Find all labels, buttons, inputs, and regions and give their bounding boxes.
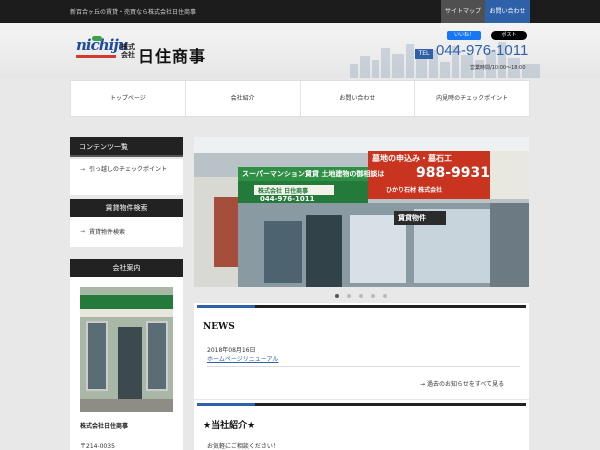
hero-slider[interactable]: スーパーマンション賃貸 土地建物の御相談は 株式会社 日住商事 044-976-… [194, 137, 529, 287]
top-bar: 新百合ヶ丘の賃貸・売買なら株式会社日住商事 サイトマップ お問い合わせ [0, 0, 600, 23]
postal-code: 〒214-0035 [80, 443, 115, 450]
slider-dot[interactable] [359, 294, 363, 298]
company-heading: 会社案内 [70, 259, 183, 277]
nav-item-checkpoints[interactable]: 内見時のチェックポイント [414, 81, 530, 116]
tel-label: TEL [415, 49, 433, 59]
news-more-label: 過去のお知らせをすべて見る [426, 381, 505, 388]
news-more-link[interactable]: → 過去のお知らせをすべて見る [420, 379, 504, 388]
storefront-photo [194, 137, 529, 287]
post-button[interactable]: ポスト [491, 31, 527, 40]
news-date: 2018年08月16日 [207, 347, 256, 354]
like-button[interactable]: いいね！ [447, 31, 481, 40]
contents-heading: コンテンツ一覧 [70, 137, 183, 157]
slide-sign-right-tel: 988-9931 [416, 165, 490, 181]
news-title: NEWS [203, 322, 235, 332]
shop-window [86, 321, 108, 391]
shop-ground [80, 399, 173, 412]
about-text: お気軽にご相談ください！ [207, 443, 279, 450]
about-divider-accent [197, 403, 255, 406]
slider-dot[interactable] [347, 294, 351, 298]
slide-sign-rental: 賃貸物件 [398, 214, 426, 222]
rental-heading: 賃貸物件検索 [70, 199, 183, 217]
company-name: 株式会社日住商事 [80, 423, 129, 430]
shop-sign-white [80, 309, 173, 317]
arrow-right-icon: → [80, 166, 86, 173]
nav-item-company[interactable]: 会社紹介 [184, 81, 300, 116]
tel-number[interactable]: 044-976-1011 [436, 42, 528, 59]
news-separator [207, 366, 520, 367]
slide-sign-right-top: 墓地の申込み・墓石工 [372, 154, 452, 163]
leaf-icon [92, 36, 102, 41]
news-divider-accent [197, 305, 255, 308]
slider-dot[interactable] [371, 294, 375, 298]
business-hours: 営業時間/10:00～18:00 [470, 65, 526, 71]
slide-sign-top: スーパーマンション賃貸 土地建物の御相談は [242, 170, 385, 178]
arrow-right-icon: → [420, 381, 427, 388]
about-title: ★当社紹介★ [203, 421, 256, 431]
shop-photo [80, 287, 173, 412]
sidebar-item-rental-search[interactable]: 賃貸物件検索 [89, 228, 125, 237]
slide-sign-shop: 株式会社 日住商事 [258, 188, 309, 195]
shop-window [146, 321, 168, 391]
slider-dot[interactable] [383, 294, 387, 298]
slider-dots [335, 294, 387, 298]
news-link[interactable]: ホームページリニューアル [207, 354, 278, 363]
sidebar-item-moving-checkpoints[interactable]: 引っ越しのチェックポイント [89, 165, 177, 174]
arrow-right-icon: → [80, 228, 86, 235]
logo-company-name: 日住商事 [138, 47, 207, 66]
nav-item-contact[interactable]: お問い合わせ [299, 81, 415, 116]
site-tagline: 新百合ヶ丘の賃貸・売買なら株式会社日住商事 [70, 9, 197, 16]
logo-kaisha: 株式会社 [121, 43, 135, 59]
contact-link[interactable]: お問い合わせ [485, 0, 530, 23]
slider-dot[interactable] [335, 294, 339, 298]
shop-sign-green [80, 295, 173, 309]
logo-underline [76, 55, 116, 58]
slide-sign-right-name: ひかり石材 株式会社 [386, 187, 443, 194]
rental-box [70, 217, 183, 247]
sitemap-link[interactable]: サイトマップ [441, 0, 485, 23]
global-nav: トップページ 会社紹介 お問い合わせ 内見時のチェックポイント [70, 80, 530, 117]
slide-sign-tel: 044-976-1011 [260, 195, 315, 203]
nav-item-top[interactable]: トップページ [70, 81, 185, 116]
